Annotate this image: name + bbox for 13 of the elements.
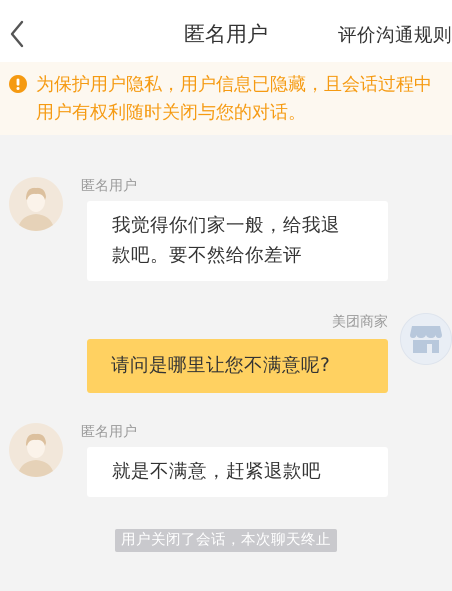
privacy-notice: 为保护用户隐私，用户信息已隐藏，且会话过程中用户有权利随时关闭与您的对话。	[36, 73, 433, 125]
warning-icon	[9, 75, 27, 93]
chat-title: 匿名用户	[184, 21, 268, 48]
rules-link[interactable]: 评价沟通规则	[338, 22, 452, 46]
sender-name: 美团商家	[332, 313, 388, 331]
message-bubble: 我觉得你们家一般，给我退款吧。要不然给你差评	[87, 201, 388, 281]
message-bubble: 就是不满意，赶紧退款吧	[87, 447, 388, 497]
message-bubble: 请问是哪里让您不满意呢?	[87, 339, 388, 393]
back-icon[interactable]	[9, 20, 25, 48]
sender-name: 匿名用户	[81, 423, 138, 441]
sender-name: 匿名用户	[81, 177, 138, 195]
user-avatar-icon	[9, 423, 63, 477]
user-avatar-icon	[9, 177, 63, 231]
